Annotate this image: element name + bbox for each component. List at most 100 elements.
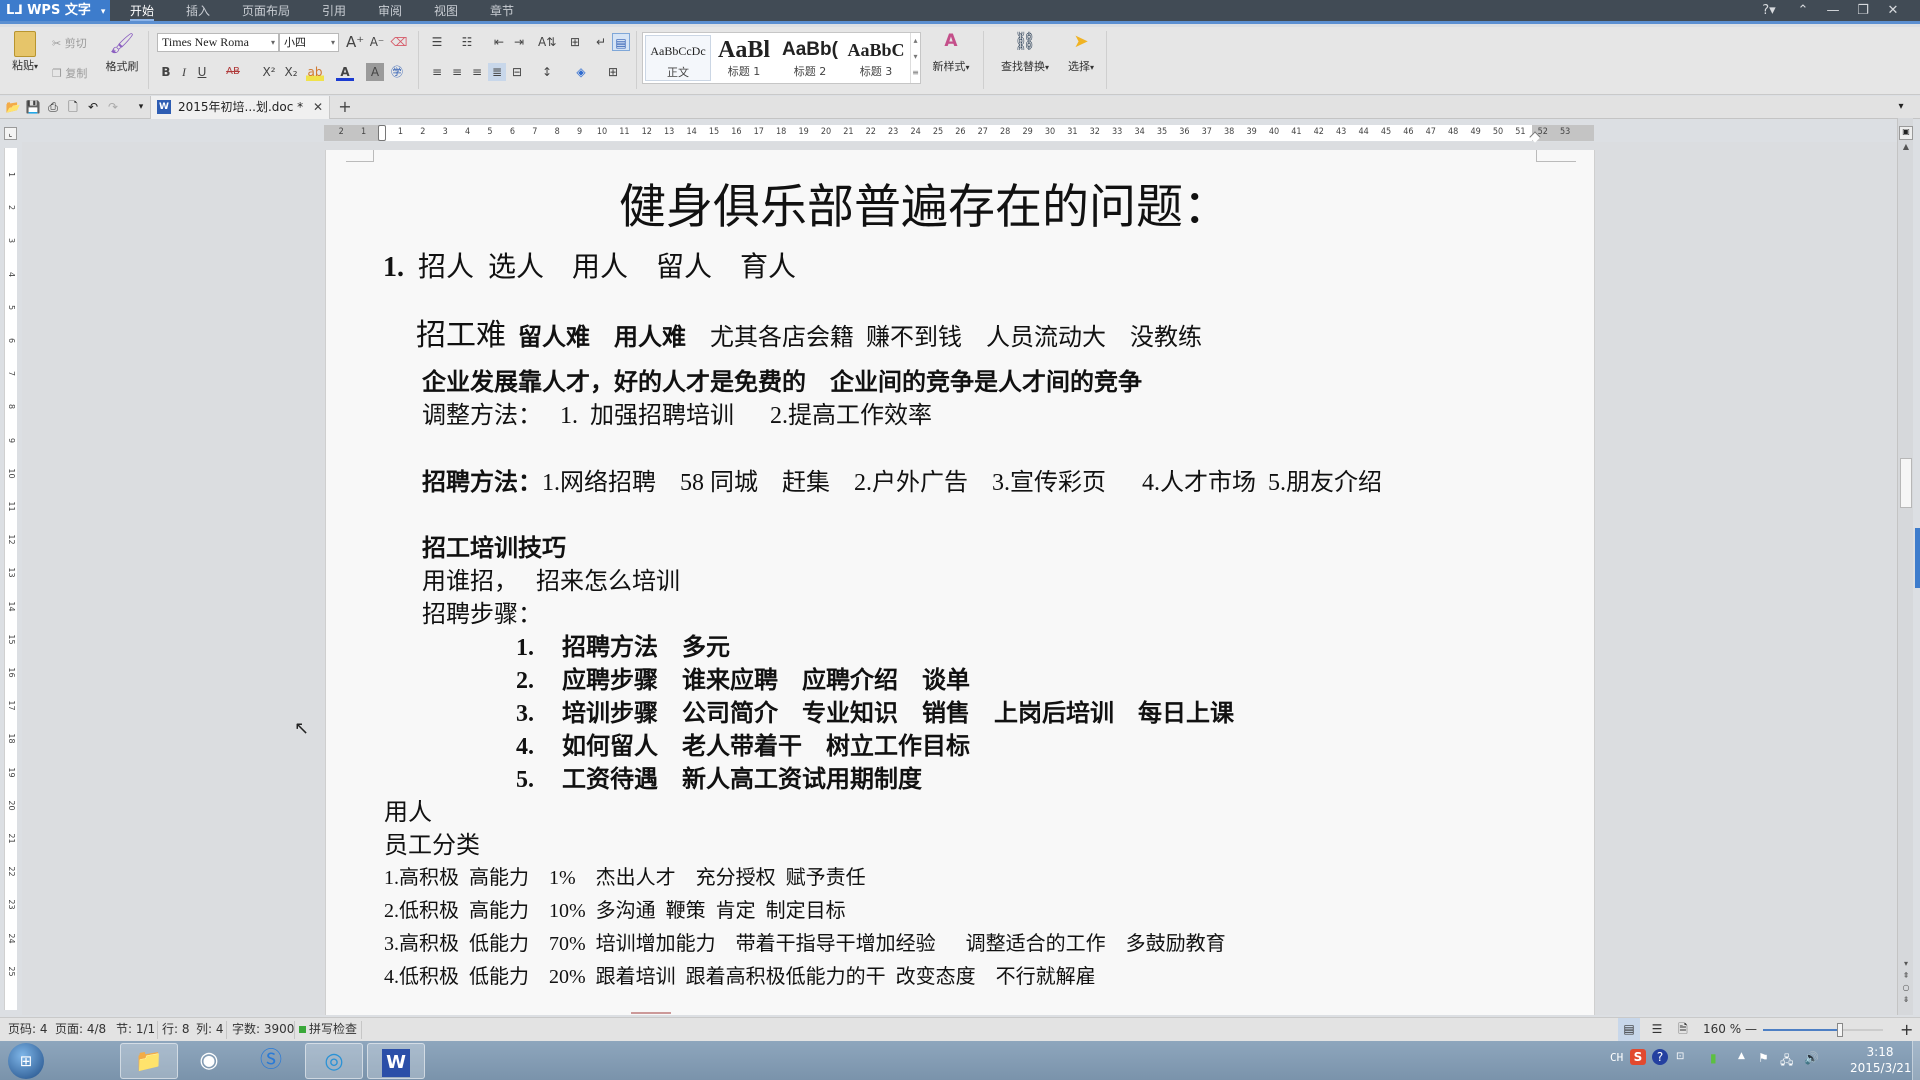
sogou-ime-icon[interactable]: S — [1630, 1049, 1646, 1065]
save-icon[interactable]: 💾 — [24, 99, 42, 115]
underline-button[interactable]: U — [193, 63, 211, 81]
vertical-ruler[interactable]: 1 2 3 4 5 6 7 8 9 10 11 12 13 14 15 16 17 18 19 20 21 22 23 24 2… — [4, 148, 17, 1010]
action-center-flag-icon[interactable]: ⚑ — [1758, 1051, 1769, 1065]
ime-indicator[interactable]: CH — [1610, 1051, 1623, 1064]
360-browser-icon[interactable]: ◎ — [305, 1043, 363, 1079]
style-normal[interactable]: AaBbCcDc 正文 — [645, 35, 711, 81]
font-size-select[interactable]: 小四 ▾ — [279, 33, 339, 52]
style-heading-3[interactable]: AaBbC 标题 3 — [843, 35, 909, 81]
font-color-icon[interactable]: A — [336, 63, 354, 81]
justify-icon[interactable]: ≣ — [488, 63, 506, 81]
strikethrough-button[interactable]: AB — [222, 63, 244, 81]
tab-home[interactable]: 开始 — [130, 0, 155, 21]
tab-page-layout[interactable]: 页面布局 — [242, 0, 290, 21]
weibo-icon[interactable]: ◉ — [180, 1043, 238, 1079]
increase-indent-icon[interactable]: ⇥ — [510, 33, 528, 51]
collapse-ribbon-icon[interactable]: ⌃ — [1790, 0, 1816, 21]
indent-marker[interactable] — [378, 125, 386, 141]
ime-options-icon[interactable]: ⊡ — [1676, 1051, 1684, 1062]
tab-stop-selector[interactable]: ⌞ — [4, 127, 17, 140]
italic-button[interactable]: I — [175, 63, 193, 81]
tab-list-icon[interactable]: ▾ — [1892, 99, 1910, 115]
close-button[interactable]: ✕ — [1880, 0, 1906, 21]
tab-review[interactable]: 审阅 — [378, 0, 402, 21]
zoom-slider-handle[interactable] — [1837, 1023, 1843, 1037]
zoom-out-button[interactable]: — — [1745, 1018, 1757, 1041]
page-view-icon[interactable]: ▤ — [1618, 1018, 1640, 1041]
view-toggle-icon[interactable]: ▣ — [1899, 126, 1913, 140]
page-number[interactable]: 页面: 4/8 — [55, 1018, 106, 1041]
side-panel-toggle[interactable] — [1915, 528, 1920, 588]
zoom-slider[interactable] — [1763, 1023, 1883, 1037]
align-center-icon[interactable]: ≡ — [448, 63, 466, 81]
style-heading-1[interactable]: AaBl 标题 1 — [711, 35, 777, 81]
usb-device-icon[interactable]: ▮ — [1710, 1051, 1717, 1065]
line-spacing-icon[interactable]: ↕ — [538, 63, 556, 81]
quick-access-dropdown-icon[interactable]: ▾ — [132, 99, 150, 115]
help-button[interactable]: ?▾ — [1756, 0, 1782, 21]
minimize-button[interactable]: — — [1820, 0, 1846, 21]
sogou-browser-icon[interactable]: Ⓢ — [242, 1043, 300, 1079]
tab-section[interactable]: 章节 — [490, 0, 514, 21]
word-count[interactable]: 字数: 3900 — [232, 1018, 294, 1041]
start-button[interactable]: ⊞ — [8, 1043, 44, 1079]
system-clock[interactable]: 3:18 2015/3/21 — [1850, 1044, 1912, 1076]
format-painter-button[interactable]: 🖌 格式刷 — [104, 31, 140, 74]
show-layout-icon[interactable]: ▤ — [612, 33, 630, 51]
subscript-button[interactable]: X₂ — [282, 63, 300, 81]
tab-references[interactable]: 引用 — [322, 0, 346, 21]
select-button[interactable]: ➤ 选择▾ — [1063, 31, 1099, 74]
print-preview-icon[interactable]: 🗋 — [64, 99, 82, 115]
numbered-list-icon[interactable]: ☷ — [458, 33, 476, 51]
shrink-font-icon[interactable]: A⁻ — [368, 33, 386, 51]
zoom-level[interactable]: 160 % — [1703, 1018, 1741, 1041]
volume-icon[interactable]: 🔊 — [1804, 1051, 1819, 1065]
tab-view[interactable]: 视图 — [434, 0, 458, 21]
restore-button[interactable]: ❐ — [1850, 0, 1876, 21]
horizontal-ruler[interactable]: 2 1 1 2 3 4 5 6 7 8 9 10 11 12 13 14 15 16 17 18 19 20 21 22 23 2… — [324, 125, 1594, 143]
zoom-in-button[interactable]: + — [1900, 1018, 1913, 1041]
undo-icon[interactable]: ↶ — [84, 99, 102, 115]
scroll-up-icon[interactable]: ▲ — [1898, 142, 1914, 151]
borders-icon[interactable]: ⊞ — [604, 63, 622, 81]
web-view-icon[interactable]: 🗎 — [1672, 1018, 1694, 1041]
file-explorer-icon[interactable]: 📁 — [120, 1043, 178, 1079]
wps-writer-icon[interactable]: W — [367, 1043, 425, 1079]
paste-button[interactable]: 粘贴▾ — [10, 31, 40, 73]
clear-format-icon[interactable]: ⌫ — [390, 33, 408, 51]
fill-color-icon[interactable]: ◈ — [572, 63, 590, 81]
char-scale-icon[interactable]: A⇅ — [538, 33, 556, 51]
new-style-button[interactable]: A 新样式▾ — [928, 31, 974, 74]
show-desktop-button[interactable] — [1912, 1041, 1920, 1080]
bold-button[interactable]: B — [157, 63, 175, 81]
style-heading-2[interactable]: AaBb(标题 2 — [777, 35, 843, 81]
table-icon[interactable]: ⊞ — [566, 33, 584, 51]
document-page[interactable]: 健身俱乐部普遍存在的问题： 1. 招人 选人 用人 留人 育人 招工难 留人难 … — [325, 150, 1595, 1015]
new-tab-icon[interactable]: + — [336, 99, 354, 115]
decrease-indent-icon[interactable]: ⇤ — [490, 33, 508, 51]
show-hidden-icons[interactable]: ▲ — [1738, 1051, 1745, 1061]
cut-button[interactable]: ✂ 剪切 — [52, 35, 87, 51]
superscript-button[interactable]: X² — [260, 63, 278, 81]
find-replace-button[interactable]: ⛓ 查找替换▾ — [996, 31, 1054, 74]
tab-insert[interactable]: 插入 — [186, 0, 210, 21]
font-family-select[interactable]: Times New Roma ▾ — [157, 33, 279, 52]
char-shading-icon[interactable]: A — [366, 63, 384, 81]
highlight-icon[interactable]: ab — [306, 63, 324, 81]
copy-button[interactable]: ❐ 复制 — [52, 65, 87, 81]
help-tray-icon[interactable]: ? — [1652, 1049, 1668, 1065]
align-left-icon[interactable]: ≡ — [428, 63, 446, 81]
style-gallery-scroll[interactable]: ▴ ▾ ≡ — [910, 33, 920, 83]
grow-font-icon[interactable]: A⁺ — [346, 33, 364, 51]
redo-icon[interactable]: ↷ — [104, 99, 122, 115]
vertical-scrollbar[interactable]: ▣ ▲ ▾ ⇞ ○ ⇟ — [1897, 118, 1913, 1015]
scrollbar-thumb[interactable] — [1900, 458, 1912, 508]
page-nav-icons[interactable]: ▾ ⇞ ○ ⇟ — [1898, 958, 1914, 1006]
align-right-icon[interactable]: ≡ — [468, 63, 486, 81]
spell-check-toggle[interactable]: 拼写检查 — [299, 1018, 357, 1041]
bullet-list-icon[interactable]: ☰ — [428, 33, 446, 51]
print-icon[interactable]: ⎙ — [44, 99, 62, 115]
paragraph-mark-icon[interactable]: ↵ — [592, 33, 610, 51]
enclose-char-icon[interactable]: ㊫ — [388, 63, 406, 81]
distribute-icon[interactable]: ⊟ — [508, 63, 526, 81]
